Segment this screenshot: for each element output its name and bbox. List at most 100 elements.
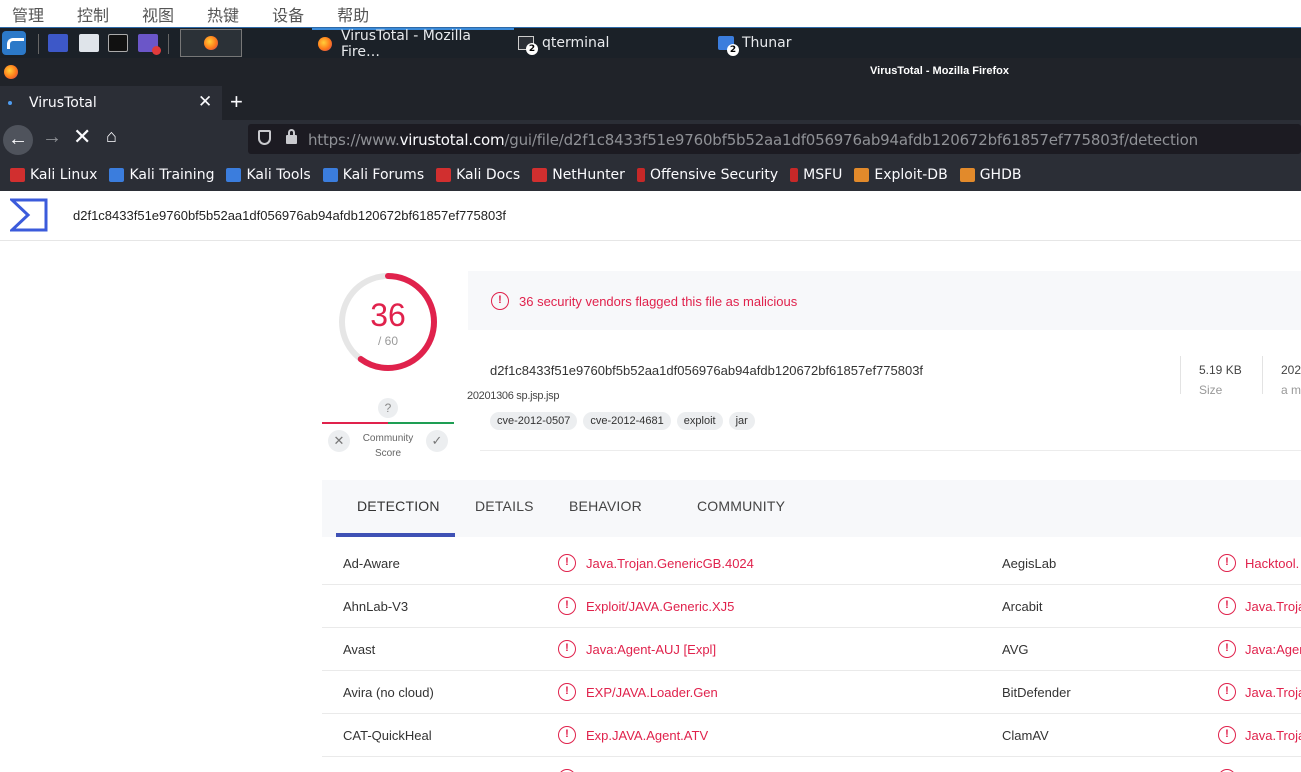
table-row-partial <box>322 759 1301 772</box>
malicious-icon: ! <box>1218 640 1236 658</box>
task-firefox[interactable]: VirusTotal - Mozilla Fire… <box>312 28 514 60</box>
file-manager-icon[interactable] <box>79 34 99 52</box>
terminal-icon[interactable] <box>108 34 128 52</box>
url-text[interactable]: https://www.virustotal.com/gui/file/d2f1… <box>308 131 1198 149</box>
detection-score: 36 <box>370 297 406 333</box>
bookmark-ghdb[interactable]: GHDB <box>959 167 1021 183</box>
file-hash: d2f1c8433f51e9760bf5b52aa1df056976ab94af… <box>490 363 924 378</box>
exploit-db-icon <box>854 167 870 182</box>
new-tab-button[interactable]: + <box>230 89 243 115</box>
vendor-name: AhnLab-V3 <box>343 599 409 614</box>
malicious-icon: ! <box>1218 597 1236 615</box>
detection-result[interactable]: Java.Troja <box>1245 599 1301 614</box>
lock-icon[interactable] <box>286 129 297 144</box>
detection-total: / 60 <box>377 334 398 348</box>
malicious-icon: ! <box>558 726 576 744</box>
file-size-value: 5.19 KB <box>1199 363 1242 377</box>
host-menu-hotkeys[interactable]: 热键 <box>207 2 239 26</box>
task-qterminal[interactable]: 2 qterminal <box>518 28 609 58</box>
tab-strip: VirusTotal ✕ + <box>0 86 1301 120</box>
report-tabs: DETECTION DETAILS BEHAVIOR COMMUNITY <box>322 480 1301 537</box>
task-label: Thunar <box>742 35 792 51</box>
offsec-icon <box>790 167 799 182</box>
kali-icon <box>10 167 25 182</box>
malicious-icon: ! <box>1218 683 1236 701</box>
bookmark-nethunter[interactable]: NetHunter <box>532 167 625 183</box>
file-name: 20201306 sp.jsp.jsp <box>467 390 560 402</box>
detection-result[interactable]: Java.Troja <box>1245 728 1301 743</box>
vt-header: d2f1c8433f51e9760bf5b52aa1df056976ab94af… <box>0 191 1301 241</box>
panel-separator <box>38 34 39 54</box>
vendor-name: ClamAV <box>1002 728 1049 743</box>
host-menu-manage[interactable]: 管理 <box>12 2 44 26</box>
tag[interactable]: cve-2012-0507 <box>490 412 578 430</box>
bookmark-exploit-db[interactable]: Exploit-DB <box>854 167 948 183</box>
window-title: VirusTotal - Mozilla Firefox <box>870 65 1009 77</box>
kali-icon <box>226 167 242 182</box>
window-count-badge: 2 <box>526 43 538 55</box>
detection-result[interactable]: Exploit/JAVA.Generic.XJ5 <box>586 599 734 614</box>
panel-separator <box>168 34 169 54</box>
tracking-protection-icon[interactable] <box>258 130 271 145</box>
address-bar[interactable]: https://www.virustotal.com/gui/file/d2f1… <box>248 124 1301 154</box>
vote-malicious-icon[interactable]: ✕ <box>328 430 350 452</box>
bookmark-kali-forums[interactable]: Kali Forums <box>322 167 424 183</box>
alert-text: 36 security vendors flagged this file as… <box>519 294 798 309</box>
search-hash[interactable]: d2f1c8433f51e9760bf5b52aa1df056976ab94af… <box>73 208 506 223</box>
tag[interactable]: exploit <box>676 412 723 430</box>
virustotal-logo-icon[interactable] <box>10 198 48 232</box>
show-desktop-icon[interactable] <box>48 34 68 52</box>
bookmark-kali-tools[interactable]: Kali Tools <box>226 167 311 183</box>
active-tab-indicator <box>336 533 455 537</box>
tab-community[interactable]: COMMUNITY <box>697 498 785 514</box>
bookmark-msfu[interactable]: MSFU <box>790 167 842 183</box>
community-malicious-bar <box>322 422 388 424</box>
bookmark-kali-linux[interactable]: Kali Linux <box>10 167 97 183</box>
firefox-launcher[interactable] <box>180 29 242 57</box>
host-menu-control[interactable]: 控制 <box>77 2 109 26</box>
host-menu-view[interactable]: 视图 <box>142 2 174 26</box>
malicious-icon: ! <box>1218 554 1236 572</box>
detection-result[interactable]: Java.Trojan.GenericGB.4024 <box>586 556 754 571</box>
folder-icon: 2 <box>718 36 739 56</box>
host-menu-help[interactable]: 帮助 <box>337 2 369 26</box>
alert-icon: ! <box>491 292 509 310</box>
bookmarks-toolbar: Kali Linux Kali Training Kali Tools Kali… <box>0 158 1301 191</box>
vote-harmless-icon[interactable]: ✓ <box>426 430 448 452</box>
home-button[interactable]: ⌂ <box>106 126 117 147</box>
detection-result[interactable]: Hacktool. <box>1245 556 1299 571</box>
detection-result[interactable]: EXP/JAVA.Loader.Gen <box>586 685 718 700</box>
tag[interactable]: cve-2012-4681 <box>583 412 671 430</box>
divider <box>1180 356 1181 394</box>
stop-loading-button[interactable]: ✕ <box>73 124 91 150</box>
malicious-icon: ! <box>1218 726 1236 744</box>
detection-result[interactable]: Exp.JAVA.Agent.ATV <box>586 728 708 743</box>
vendor-name: AegisLab <box>1002 556 1057 571</box>
bookmark-kali-docs[interactable]: Kali Docs <box>436 167 520 183</box>
back-button[interactable]: ← <box>3 125 33 155</box>
tab-details[interactable]: DETAILS <box>475 498 534 514</box>
bookmark-kali-training[interactable]: Kali Training <box>109 167 214 183</box>
tag[interactable]: jar <box>728 412 755 430</box>
window-titlebar: VirusTotal - Mozilla Firefox <box>0 58 1301 86</box>
table-row: Avira (no cloud) ! EXP/JAVA.Loader.Gen B… <box>322 671 1301 714</box>
close-tab-icon[interactable]: ✕ <box>198 92 212 112</box>
host-menu-devices[interactable]: 设备 <box>272 2 304 26</box>
detection-result[interactable]: Java.Troja <box>1245 685 1301 700</box>
malicious-icon: ! <box>558 683 576 701</box>
detection-result[interactable]: Java:Agent-AUJ [Expl] <box>586 642 716 657</box>
task-thunar[interactable]: 2 Thunar <box>718 28 792 58</box>
tab-detection[interactable]: DETECTION <box>357 498 440 514</box>
last-analysis-date: 202 <box>1281 363 1301 377</box>
window-count-badge: 2 <box>727 44 739 56</box>
host-menu-bar: 管理 控制 视图 热键 设备 帮助 <box>0 0 1301 27</box>
kali-menu-icon[interactable] <box>2 31 26 55</box>
bookmark-offensive-security[interactable]: Offensive Security <box>636 167 778 183</box>
tab-behavior[interactable]: BEHAVIOR <box>569 498 642 514</box>
tab-virustotal[interactable]: VirusTotal ✕ <box>0 86 222 120</box>
firefox-icon <box>4 65 18 79</box>
screenshot-icon[interactable] <box>138 34 161 55</box>
detection-result[interactable]: Java:Agen <box>1245 642 1301 657</box>
forward-button[interactable]: → <box>42 126 62 149</box>
table-row: Ad-Aware ! Java.Trojan.GenericGB.4024 Ae… <box>322 542 1301 585</box>
